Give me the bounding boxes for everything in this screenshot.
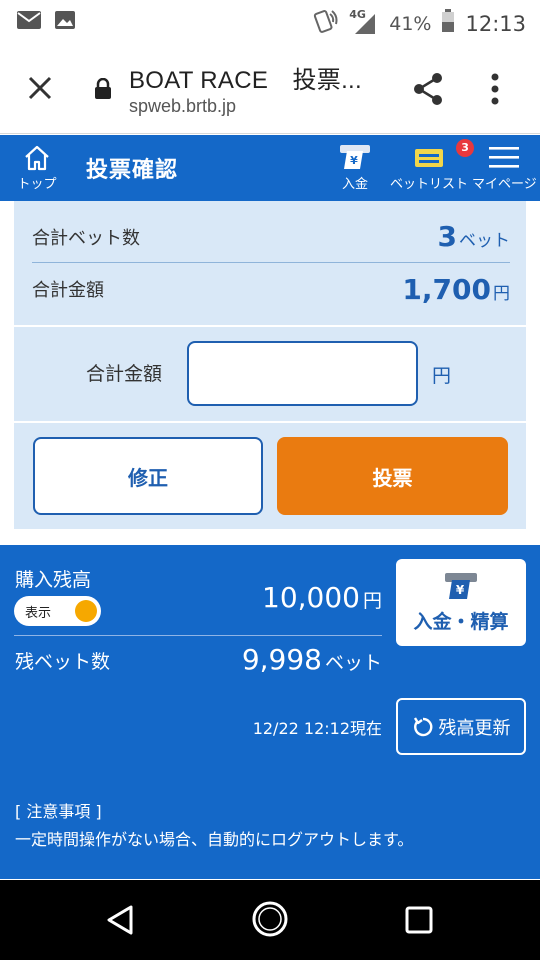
close-icon[interactable] <box>24 72 56 104</box>
clock: 12:13 <box>465 11 526 36</box>
recent-apps-icon[interactable] <box>405 906 433 938</box>
system-nav-bar <box>0 880 540 960</box>
deposit-nav-button[interactable]: ¥ 入金 <box>338 143 372 192</box>
total-bets-value: 3 ベット <box>438 220 510 253</box>
top-button[interactable]: トップ <box>14 143 60 192</box>
lock-icon <box>94 77 112 104</box>
hamburger-icon <box>472 143 537 171</box>
home-nav-icon[interactable] <box>251 900 289 942</box>
total-amount-value: 1,700 円 <box>402 273 510 306</box>
top-label: トップ <box>17 177 57 192</box>
bet-summary: 合計ベット数 3 ベット 合計金額 1,700 円 <box>14 201 526 325</box>
app-header: トップ 投票確認 ¥ 入金 3 ベットリスト マイページ <box>0 135 540 201</box>
fix-button[interactable]: 修正 <box>33 437 263 515</box>
signal-icon: 4G <box>349 8 379 36</box>
balance-label: 購入残高 <box>15 569 92 591</box>
total-amount-unit: 円 <box>493 283 510 304</box>
mypage-nav-label: マイページ <box>472 177 537 192</box>
deposit-nav-label: 入金 <box>341 177 368 192</box>
toggle-label: 表示 <box>25 606 52 621</box>
nfc-icon <box>313 8 339 39</box>
remaining-bets-unit: ベット <box>324 652 382 674</box>
remaining-bets-value: 9,998 ベット <box>242 643 382 676</box>
deposit-settle-label: 入金・精算 <box>413 611 509 633</box>
remaining-bets-label: 残ベット数 <box>15 651 111 673</box>
browser-title: BOAT RACE 投票... <box>129 67 362 94</box>
toggle-knob <box>75 600 97 622</box>
betlist-nav-button[interactable]: 3 ベットリスト <box>390 139 475 192</box>
browser-toolbar: BOAT RACE 投票... spweb.brtb.jp <box>0 44 540 134</box>
battery-icon <box>441 9 455 38</box>
notice-text: 一定時間操作がない場合、自動的にログアウトします。 <box>15 830 414 849</box>
balance-amount-number: 10,000 <box>262 581 360 614</box>
vote-button[interactable]: 投票 <box>277 437 508 515</box>
svg-text:¥: ¥ <box>350 154 358 167</box>
refresh-balance-label: 残高更新 <box>438 717 511 739</box>
balance-amount-unit: 円 <box>362 590 382 612</box>
total-amount-label: 合計金額 <box>32 280 104 301</box>
balance-divider <box>14 635 382 636</box>
total-amount-input[interactable] <box>187 341 418 406</box>
browser-url[interactable]: spweb.brtb.jp <box>129 96 236 117</box>
total-amount-number: 1,700 <box>402 272 491 306</box>
notice-title: [ 注意事項 ] <box>15 802 102 821</box>
amount-input-unit: 円 <box>432 365 452 387</box>
updated-timestamp: 12/22 12:12現在 <box>252 719 382 738</box>
total-bets-label: 合計ベット数 <box>32 227 140 249</box>
mail-icon <box>16 10 42 34</box>
share-icon[interactable] <box>410 71 446 111</box>
deposit-settle-button[interactable]: ¥ 入金・精算 <box>396 559 526 646</box>
action-buttons: 修正 投票 <box>14 423 526 529</box>
total-bets-number: 3 <box>437 220 457 253</box>
more-menu-icon[interactable] <box>490 72 500 110</box>
refresh-balance-button[interactable]: 残高更新 <box>396 698 526 755</box>
total-bets-row: 合計ベット数 3 ベット <box>32 211 510 263</box>
refresh-icon <box>412 716 434 738</box>
remaining-bets-number: 9,998 <box>241 643 322 676</box>
balance-display-toggle[interactable]: 表示 <box>14 596 101 626</box>
network-type: 4G <box>349 7 366 21</box>
mypage-nav-button[interactable]: マイページ <box>472 143 537 192</box>
betlist-nav-label: ベットリスト <box>390 177 469 192</box>
amount-input-section: 合計金額 円 <box>14 327 526 421</box>
battery-percent: 41% <box>389 12 432 35</box>
atm-icon: ¥ <box>338 143 372 171</box>
balance-amount: 10,000 円 <box>262 581 382 614</box>
back-icon[interactable] <box>105 904 135 940</box>
total-amount-row: 合計金額 1,700 円 <box>32 263 510 315</box>
svg-text:¥: ¥ <box>456 583 465 597</box>
page-title: 投票確認 <box>86 158 179 183</box>
total-bets-unit: ベット <box>459 231 510 251</box>
amount-input-label: 合計金額 <box>86 363 163 385</box>
gallery-icon <box>54 10 76 34</box>
home-icon <box>14 144 60 172</box>
status-bar: 4G 41% 12:13 <box>0 0 540 44</box>
balance-panel: 購入残高 表示 10,000 円 残ベット数 9,998 ベット ¥ 入金・精算 1… <box>0 545 540 879</box>
betlist-icon: 3 <box>390 139 475 171</box>
atm-icon: ¥ <box>396 571 526 601</box>
